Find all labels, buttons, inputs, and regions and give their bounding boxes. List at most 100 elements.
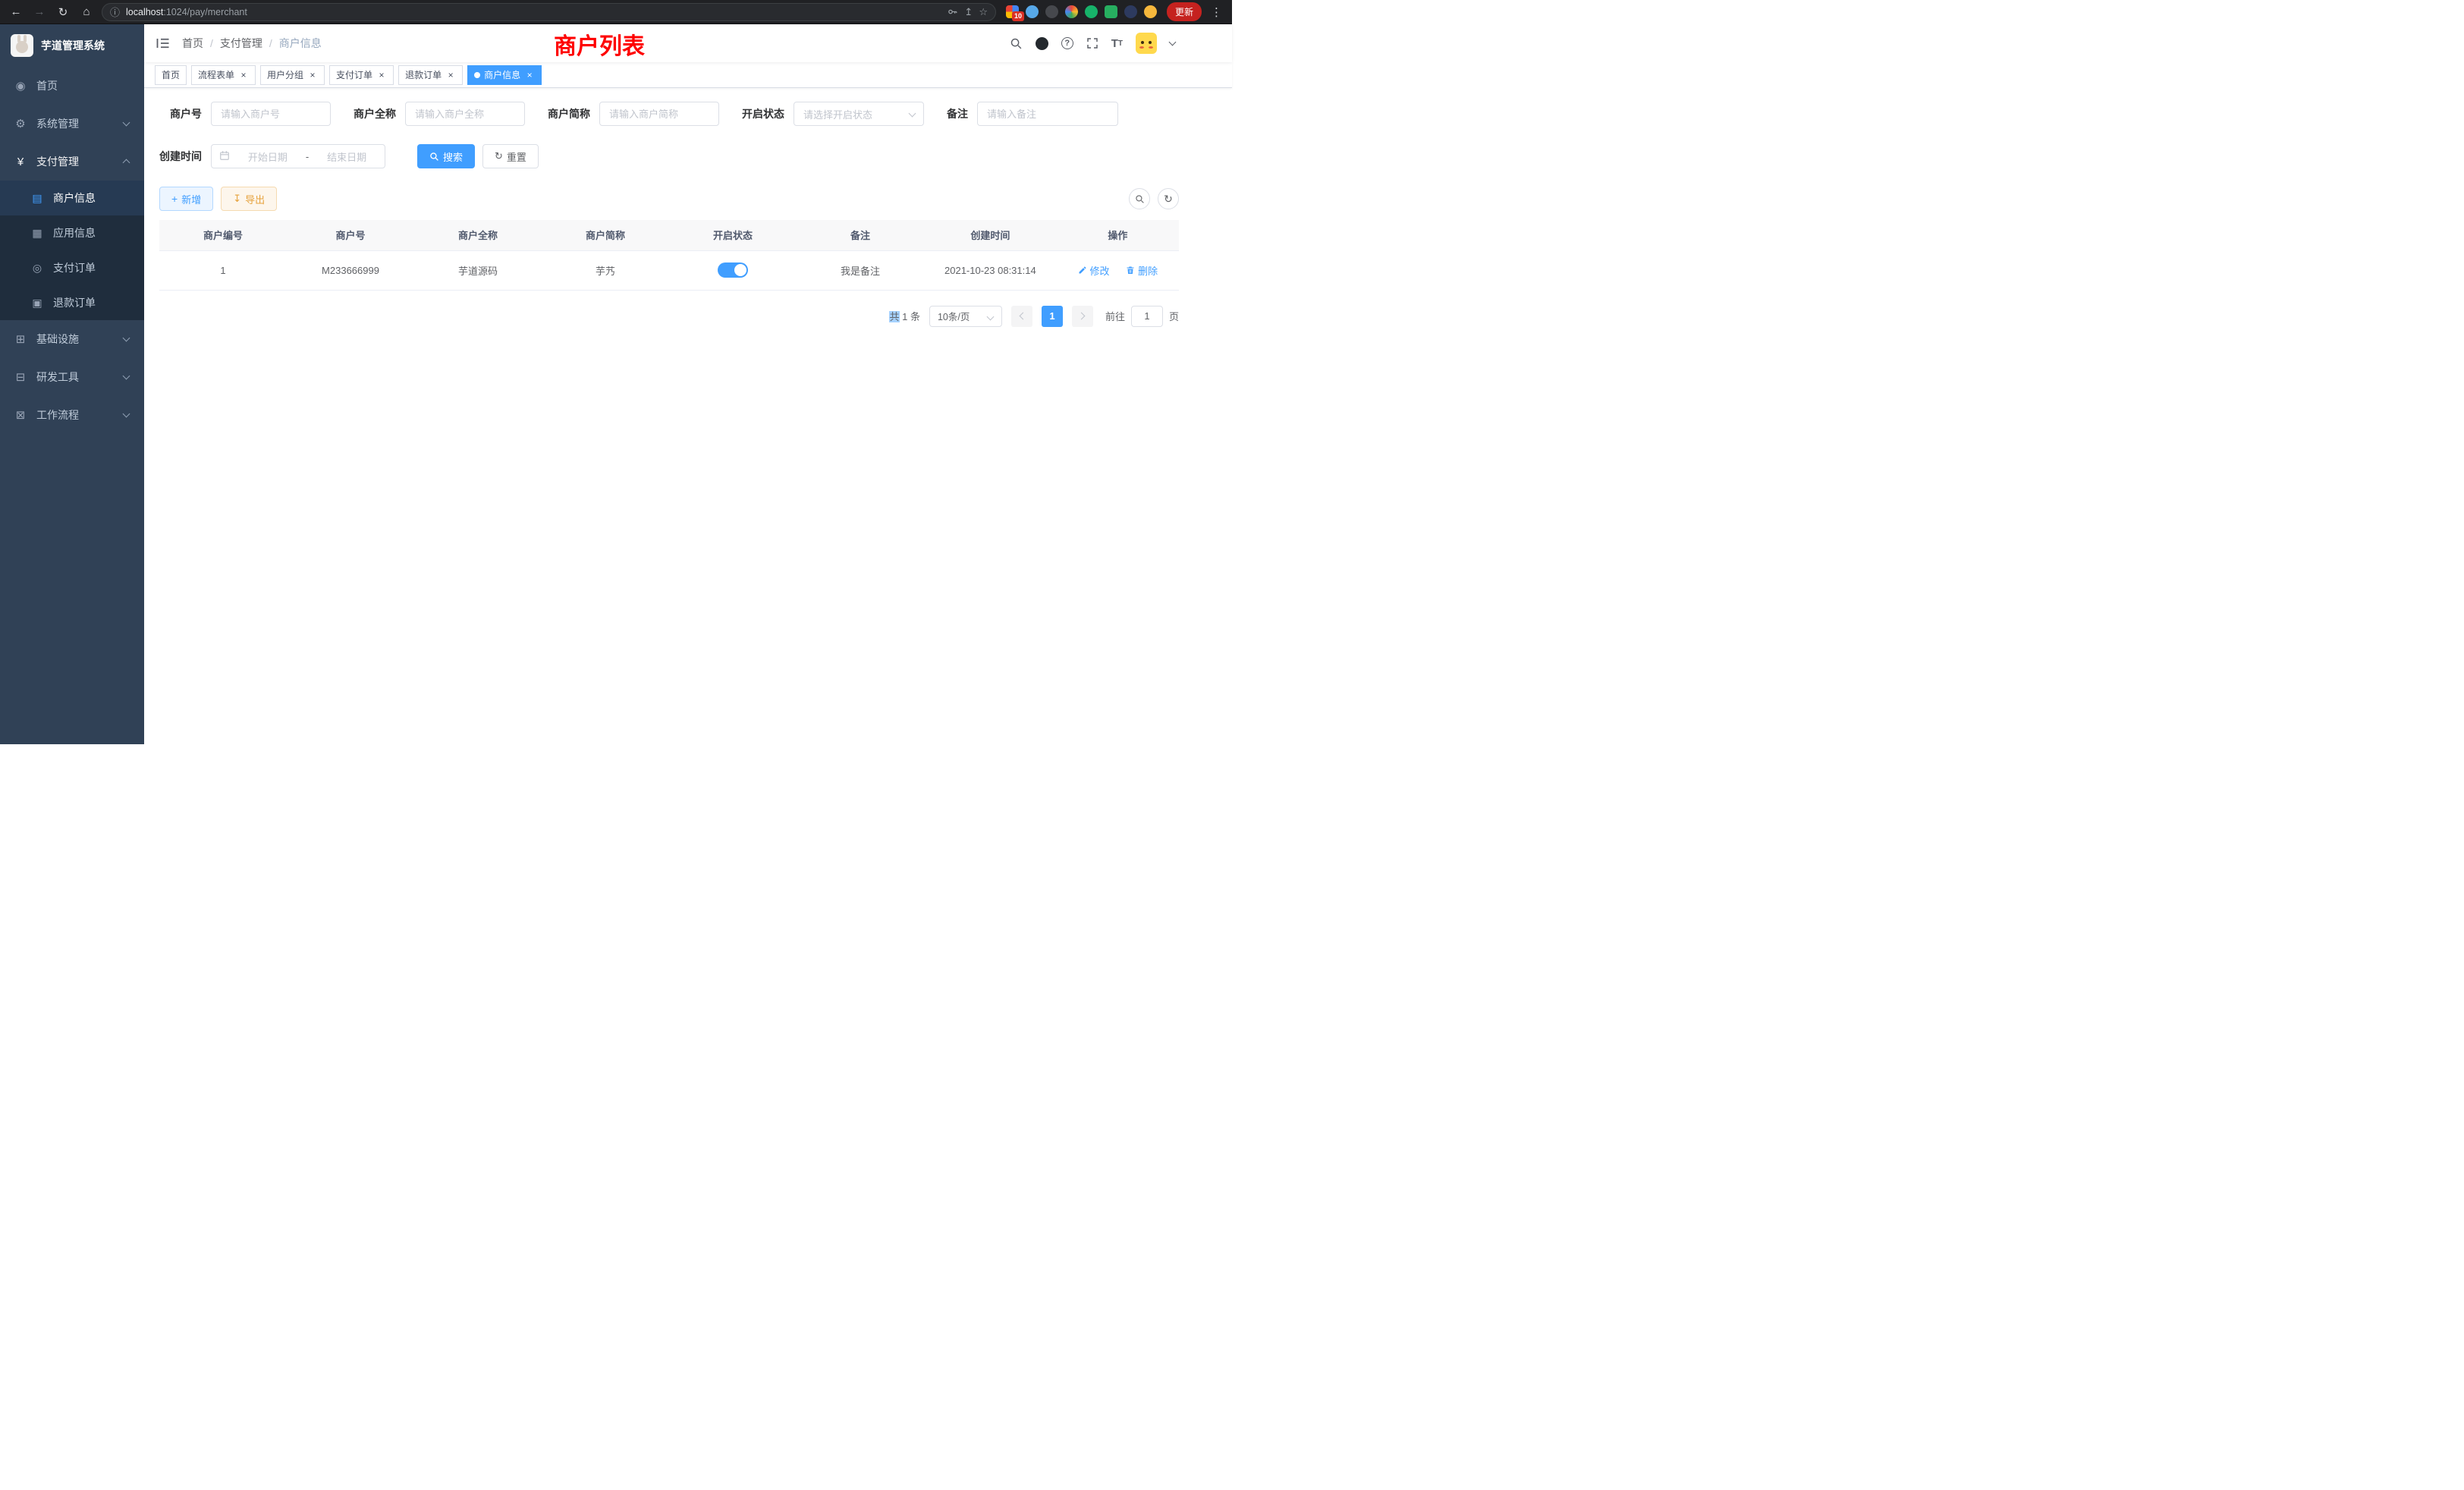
cell-short-name: 芋艿 [542,250,669,290]
tab-refund-order[interactable]: 退款订单 × [398,65,463,85]
edit-link[interactable]: 修改 [1078,263,1110,278]
delete-link[interactable]: 删除 [1126,263,1158,278]
col-header: 商户简称 [542,220,669,250]
create-time-field: 创建时间 开始日期 - 结束日期 [159,144,385,168]
reset-button[interactable]: ↻ 重置 [482,144,539,168]
search-icon[interactable] [1010,37,1023,50]
share-icon[interactable]: ↥ [964,6,973,18]
prev-page-button[interactable] [1011,306,1032,327]
breadcrumb-separator: / [210,37,213,49]
sidebar-item-refund-order[interactable]: ▣ 退款订单 [0,285,144,320]
payment-submenu: ▤ 商户信息 ▦ 应用信息 ◎ 支付订单 ▣ 退款订单 [0,181,144,320]
tab-close-icon[interactable]: × [307,70,318,80]
sidebar-item-infra[interactable]: ⊞ 基础设施 [0,320,144,358]
tab-close-icon[interactable]: × [238,70,249,80]
tab-close-icon[interactable]: × [445,70,456,80]
right-toolbar: ↻ [1129,188,1179,209]
status-field: 开启状态 请选择开启状态 [742,102,924,126]
extension-face-icon[interactable] [1144,5,1157,18]
tab-home[interactable]: 首页 [155,65,187,85]
extension-blue-icon[interactable] [1026,5,1039,18]
extension-color-icon[interactable] [1065,5,1078,18]
status-select[interactable]: 请选择开启状态 [794,102,924,126]
user-menu-caret-icon[interactable] [1169,39,1177,46]
tab-pay-order[interactable]: 支付订单 × [329,65,394,85]
cell-merchant-id: 1 [159,250,287,290]
plus-icon: + [171,193,178,204]
browser-menu-icon[interactable]: ⋮ [1208,5,1224,19]
export-button[interactable]: ↧ 导出 [221,187,277,211]
url-text[interactable]: localhost:1024/pay/merchant [126,7,941,17]
goto-page-input[interactable] [1131,306,1163,327]
tab-process-form[interactable]: 流程表单 × [191,65,256,85]
table-toolbar: + 新增 ↧ 导出 ↻ [159,187,1179,211]
toggle-search-icon[interactable] [1129,188,1150,209]
reload-button[interactable]: ↻ [55,4,71,20]
refresh-table-icon[interactable]: ↻ [1158,188,1179,209]
sidebar-item-label: 首页 [36,78,58,93]
breadcrumb-item-home[interactable]: 首页 [182,36,203,51]
page-size-select[interactable]: 10条/页 [929,306,1002,327]
date-separator: - [306,151,309,162]
date-range-picker[interactable]: 开始日期 - 结束日期 [211,144,385,168]
monitor-icon: ⊞ [14,332,27,346]
remark-input[interactable] [977,102,1118,126]
remark-label: 备注 [947,106,968,121]
col-header: 开启状态 [669,220,797,250]
app-logo[interactable]: 芋道管理系统 [0,24,144,67]
status-toggle[interactable] [718,262,748,278]
site-info-icon[interactable]: ⓘ [110,5,120,19]
next-page-button[interactable] [1072,306,1093,327]
pagination: 共 1 条 10条/页 1 前往 页 [159,306,1179,327]
address-bar[interactable]: ⓘ localhost:1024/pay/merchant ↥ ☆ [102,3,996,21]
short-name-label: 商户简称 [548,106,590,121]
sidebar-toggle-icon[interactable] [156,37,170,49]
sidebar-item-pay-order[interactable]: ◎ 支付订单 [0,250,144,285]
tab-user-group[interactable]: 用户分组 × [260,65,325,85]
add-button[interactable]: + 新增 [159,187,213,211]
sidebar-item-workflow[interactable]: ⊠ 工作流程 [0,396,144,434]
full-name-input[interactable] [405,102,525,126]
bookmark-star-icon[interactable]: ☆ [979,6,988,18]
password-key-icon[interactable] [947,6,958,17]
tab-close-icon[interactable]: × [524,70,535,80]
card-icon: ▤ [30,192,44,205]
breadcrumb-item-payment[interactable]: 支付管理 [220,36,262,51]
help-icon[interactable]: ? [1061,37,1073,49]
forward-button[interactable]: → [31,4,48,20]
sidebar-item-devtools[interactable]: ⊟ 研发工具 [0,358,144,396]
refresh-icon: ↻ [495,150,503,162]
tab-merchant-info[interactable]: 商户信息 × [467,65,542,85]
remark-field: 备注 [947,102,1118,126]
page-annotation: 商户列表 [554,27,645,61]
sidebar-item-home[interactable]: ◉ 首页 [0,67,144,105]
sidebar-item-payment[interactable]: ¥ 支付管理 [0,143,144,181]
merchant-no-input[interactable] [211,102,331,126]
chevron-down-icon [123,410,130,418]
sidebar-item-app-info[interactable]: ▦ 应用信息 [0,215,144,250]
extension-pin-icon[interactable] [1124,5,1137,18]
sidebar-item-system[interactable]: ⚙ 系统管理 [0,105,144,143]
home-button[interactable]: ⌂ [78,4,95,20]
fullscreen-icon[interactable] [1086,37,1098,49]
chevron-down-icon [123,119,130,127]
extension-note-icon[interactable] [1105,5,1117,18]
short-name-input[interactable] [599,102,719,126]
back-button[interactable]: ← [8,4,24,20]
sidebar-item-merchant-info[interactable]: ▤ 商户信息 [0,181,144,215]
extension-grid-icon[interactable]: 10 [1006,5,1019,18]
font-size-icon[interactable]: TT [1111,37,1123,50]
sidebar-item-label: 基础设施 [36,332,79,347]
tab-label: 首页 [162,68,180,81]
github-icon[interactable] [1036,37,1048,50]
grid-icon: ▦ [30,227,44,240]
tab-close-icon[interactable]: × [376,70,387,80]
extension-dark-icon[interactable] [1045,5,1058,18]
dashboard-icon: ◉ [14,79,27,93]
browser-update-button[interactable]: 更新 [1167,2,1202,21]
user-avatar[interactable] [1136,33,1157,54]
col-header: 商户编号 [159,220,287,250]
extension-green-icon[interactable] [1085,5,1098,18]
current-page-button[interactable]: 1 [1042,306,1063,327]
search-button[interactable]: 搜索 [417,144,475,168]
